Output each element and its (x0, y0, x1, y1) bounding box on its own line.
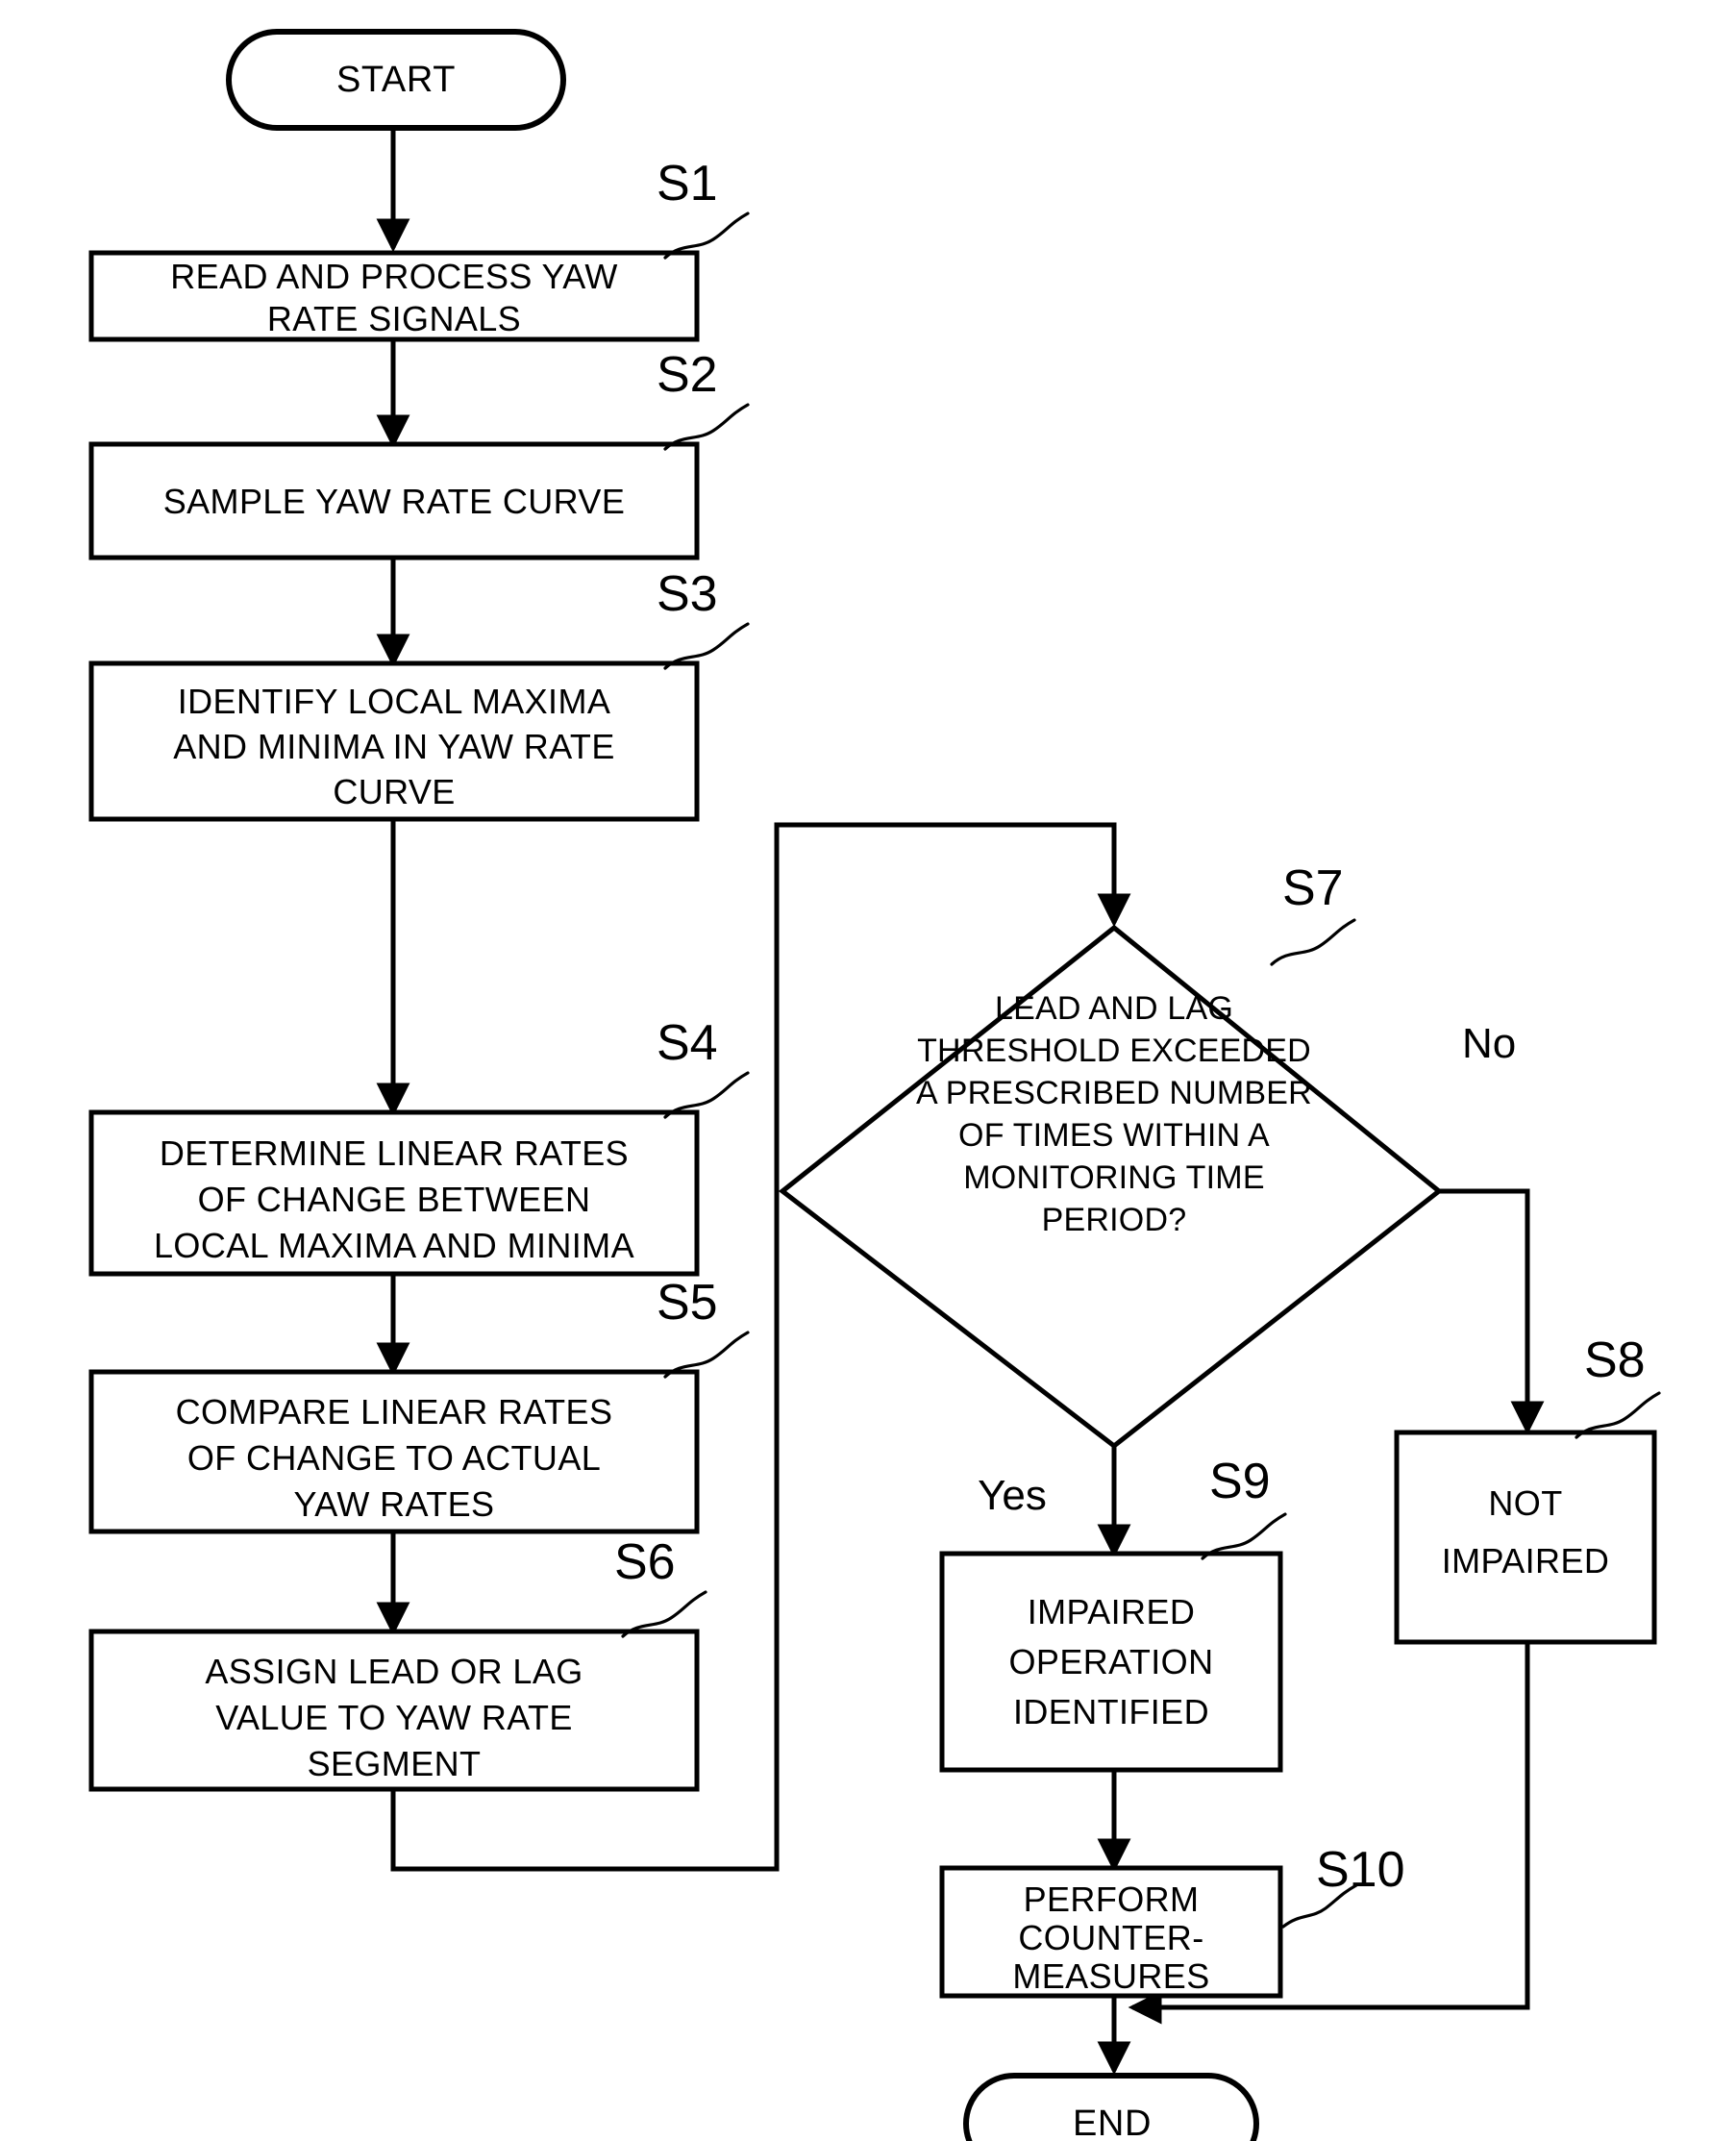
node-end-label: END (1073, 2104, 1152, 2141)
node-s7-line-4: OF TIMES WITHIN A (958, 1117, 1270, 1154)
node-s5[interactable]: COMPARE LINEAR RATES OF CHANGE TO ACTUAL… (88, 1369, 700, 1534)
node-s4-line-2: OF CHANGE BETWEEN (198, 1180, 591, 1219)
ref-label-s10: S10 (1316, 1842, 1405, 1898)
node-start[interactable]: START (226, 29, 566, 131)
node-s7-line-5: MONITORING TIME (963, 1159, 1264, 1196)
ref-label-s6: S6 (614, 1534, 676, 1590)
flowchart-svg: START READ AND PROCESS YAW RATE SIGNALS … (88, 29, 1661, 2141)
ref-label-s5: S5 (657, 1275, 718, 1331)
node-start-label: START (336, 60, 456, 100)
node-s10-line-3: MEASURES (1012, 1956, 1209, 1996)
node-s3[interactable]: IDENTIFY LOCAL MAXIMA AND MINIMA IN YAW … (88, 660, 700, 822)
node-s3-line-3: CURVE (333, 772, 455, 811)
node-s2-line-1: SAMPLE YAW RATE CURVE (163, 482, 626, 521)
node-s10-line-1: PERFORM (1024, 1880, 1200, 1919)
ref-label-s2: S2 (657, 347, 718, 403)
node-s7-line-2: THRESHOLD EXCEEDED (917, 1033, 1311, 1069)
node-s1-line-2: RATE SIGNALS (267, 299, 521, 338)
ref-callout-s2: S2 (657, 347, 750, 451)
ref-callout-s8: S8 (1575, 1332, 1661, 1439)
node-s8-line-2: IMPAIRED (1442, 1541, 1610, 1581)
node-s9-line-2: OPERATION (1009, 1642, 1214, 1681)
node-s8[interactable]: NOT IMPAIRED (1394, 1430, 1657, 1645)
node-s1[interactable]: READ AND PROCESS YAW RATE SIGNALS (88, 250, 700, 342)
ref-label-s7: S7 (1282, 860, 1344, 916)
node-s4[interactable]: DETERMINE LINEAR RATES OF CHANGE BETWEEN… (88, 1109, 700, 1277)
node-end[interactable]: END (963, 2073, 1259, 2141)
node-s9[interactable]: IMPAIRED OPERATION IDENTIFIED (939, 1551, 1283, 1773)
node-s4-line-3: LOCAL MAXIMA AND MINIMA (154, 1226, 634, 1265)
ref-label-s9: S9 (1209, 1454, 1271, 1509)
node-s2[interactable]: SAMPLE YAW RATE CURVE (88, 441, 700, 560)
node-s6[interactable]: ASSIGN LEAD OR LAG VALUE TO YAW RATE SEG… (88, 1629, 700, 1792)
ref-callout-s3: S3 (657, 566, 750, 670)
node-s6-line-2: VALUE TO YAW RATE (215, 1698, 573, 1737)
node-s7-line-3: A PRESCRIBED NUMBER (916, 1075, 1312, 1111)
ref-label-s3: S3 (657, 566, 718, 622)
ref-callout-s9: S9 (1201, 1454, 1287, 1560)
node-s8-line-1: NOT (1488, 1483, 1562, 1523)
ref-label-s1: S1 (657, 156, 718, 212)
node-s9-line-1: IMPAIRED (1028, 1592, 1196, 1631)
node-s7-line-1: LEAD AND LAG (995, 990, 1233, 1027)
node-s1-line-1: READ AND PROCESS YAW (170, 257, 617, 296)
ref-callout-s5: S5 (657, 1275, 750, 1379)
node-s5-line-1: COMPARE LINEAR RATES (176, 1392, 613, 1431)
flowchart-canvas: START READ AND PROCESS YAW RATE SIGNALS … (0, 0, 1736, 2141)
node-s7[interactable]: LEAD AND LAG THRESHOLD EXCEEDED A PRESCR… (778, 924, 1444, 1450)
node-s3-line-2: AND MINIMA IN YAW RATE (173, 727, 615, 766)
node-s5-line-2: OF CHANGE TO ACTUAL (187, 1438, 601, 1478)
node-s4-line-1: DETERMINE LINEAR RATES (160, 1133, 629, 1173)
ref-callout-s1: S1 (657, 156, 750, 260)
edge-s7-no-to-s8 (1439, 1188, 1545, 1435)
node-s9-line-3: IDENTIFIED (1013, 1692, 1209, 1731)
ref-callout-s6: S6 (614, 1534, 707, 1638)
branch-label-yes: Yes (978, 1472, 1047, 1519)
node-s10[interactable]: PERFORM COUNTER- MEASURES (939, 1865, 1283, 1999)
node-s10-line-2: COUNTER- (1018, 1918, 1203, 1957)
ref-callout-s7: S7 (1270, 860, 1356, 966)
ref-label-s4: S4 (657, 1015, 718, 1071)
node-s7-line-6: PERIOD? (1042, 1202, 1187, 1238)
node-s5-line-3: YAW RATES (294, 1484, 495, 1524)
ref-callout-s10: S10 (1281, 1842, 1405, 1929)
branch-label-no: No (1462, 1020, 1516, 1067)
ref-callout-s4: S4 (657, 1015, 750, 1119)
node-s6-line-1: ASSIGN LEAD OR LAG (205, 1652, 583, 1691)
node-s3-line-1: IDENTIFY LOCAL MAXIMA (178, 682, 611, 721)
ref-label-s8: S8 (1584, 1332, 1646, 1388)
node-s6-line-3: SEGMENT (308, 1744, 482, 1783)
